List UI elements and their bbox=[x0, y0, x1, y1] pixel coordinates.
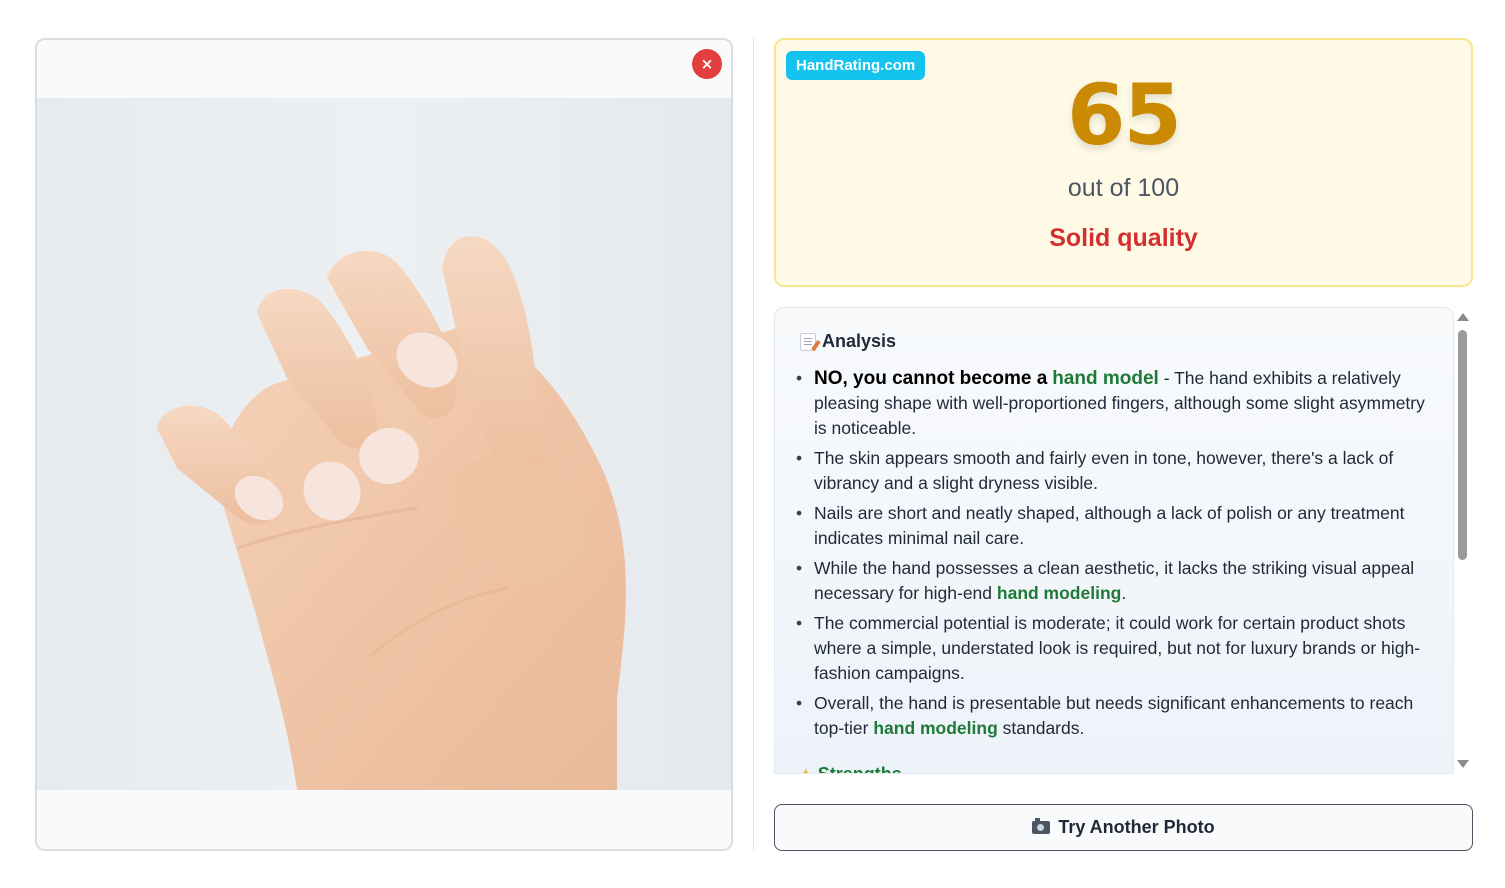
list-item-text: The skin appears smooth and fairly even … bbox=[814, 448, 1394, 493]
list-item-text: . bbox=[1121, 583, 1127, 603]
list-item-text: The commercial potential is moderate; it… bbox=[814, 613, 1421, 683]
analysis-heading: Analysis bbox=[800, 331, 896, 352]
score-label: Solid quality bbox=[1049, 224, 1198, 252]
analysis-scrollbar[interactable] bbox=[1456, 312, 1470, 772]
sparkles-icon: ✦ bbox=[800, 766, 812, 774]
column-divider bbox=[753, 38, 754, 851]
hand-photo bbox=[37, 98, 731, 790]
memo-icon bbox=[800, 332, 816, 351]
list-item: The skin appears smooth and fairly even … bbox=[796, 446, 1436, 496]
try-another-label: Try Another Photo bbox=[1058, 817, 1215, 837]
analysis-panel[interactable]: Analysis NO, you cannot become a hand mo… bbox=[774, 307, 1454, 774]
list-item: Nails are short and neatly shaped, altho… bbox=[796, 501, 1436, 551]
hand-modeling-link[interactable]: hand modeling bbox=[873, 718, 997, 738]
scrollbar-thumb[interactable] bbox=[1458, 330, 1467, 560]
image-preview-card: × bbox=[35, 38, 733, 851]
close-icon[interactable]: × bbox=[692, 49, 722, 79]
camera-icon bbox=[1032, 818, 1051, 834]
strengths-heading: ✦ Strengths bbox=[800, 764, 902, 774]
strengths-title: Strengths bbox=[817, 764, 902, 774]
list-item: The commercial potential is moderate; it… bbox=[796, 611, 1436, 686]
try-another-photo-button[interactable]: Try Another Photo bbox=[774, 804, 1473, 851]
hand-model-link[interactable]: hand model bbox=[1052, 368, 1159, 389]
hand-modeling-link[interactable]: hand modeling bbox=[997, 583, 1121, 603]
list-item: While the hand possesses a clean aesthet… bbox=[796, 556, 1436, 606]
list-item: NO, you cannot become a hand model - The… bbox=[796, 366, 1436, 441]
scroll-down-icon[interactable] bbox=[1457, 760, 1469, 768]
verdict-text: NO, you cannot become a bbox=[814, 368, 1048, 389]
list-item-text: Nails are short and neatly shaped, altho… bbox=[814, 503, 1405, 548]
list-item-text: standards. bbox=[997, 718, 1085, 738]
analysis-title: Analysis bbox=[822, 331, 897, 351]
analysis-list: NO, you cannot become a hand model - The… bbox=[796, 366, 1436, 746]
list-item: Overall, the hand is presentable but nee… bbox=[796, 691, 1436, 741]
score-value: 65 bbox=[1067, 66, 1182, 164]
score-card: HandRating.com 65 out of 100 Solid quali… bbox=[774, 38, 1473, 287]
scroll-up-icon[interactable] bbox=[1457, 313, 1469, 321]
score-out-of: out of 100 bbox=[1067, 174, 1180, 202]
